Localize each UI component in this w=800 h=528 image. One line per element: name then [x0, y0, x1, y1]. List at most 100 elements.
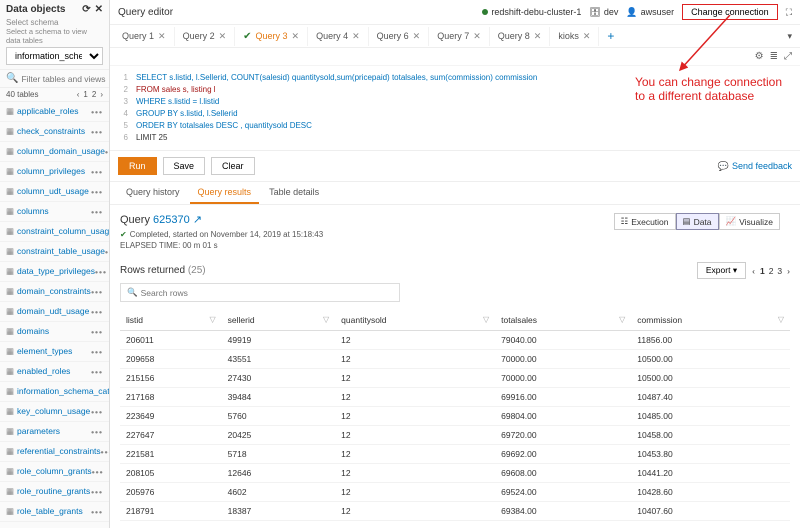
page-num[interactable]: 3	[777, 266, 782, 276]
sort-icon[interactable]: ▽	[619, 315, 625, 324]
table-item[interactable]: ▦column_domain_usage•••	[0, 142, 109, 162]
more-icon[interactable]: •••	[91, 127, 103, 137]
col-header[interactable]: totalsales▽	[495, 310, 631, 331]
table-item[interactable]: ▦domain_udt_usage•••	[0, 302, 109, 322]
more-icon[interactable]: •••	[91, 427, 103, 437]
external-link-icon[interactable]: ↗	[193, 214, 202, 226]
query-tab[interactable]: Query 4✕	[308, 27, 369, 46]
search-rows-input[interactable]	[141, 288, 393, 298]
tab-menu-icon[interactable]: ▾	[783, 27, 796, 46]
sort-icon[interactable]: ▽	[323, 315, 329, 324]
table-item[interactable]: ▦role_routine_grants•••	[0, 482, 109, 502]
query-id-link[interactable]: 625370	[153, 214, 190, 226]
col-header[interactable]: sellerid▽	[222, 310, 336, 331]
rows-pager-prev[interactable]: ‹	[752, 266, 755, 276]
more-icon[interactable]: •••	[91, 347, 103, 357]
col-header[interactable]: quantitysold▽	[335, 310, 495, 331]
more-icon[interactable]: •••	[91, 167, 103, 177]
table-row[interactable]: 208105126461269608.0010441.20	[120, 464, 790, 483]
more-icon[interactable]: •••	[91, 507, 103, 517]
more-icon[interactable]: •••	[91, 187, 103, 197]
more-icon[interactable]: •••	[95, 267, 107, 277]
table-item[interactable]: ▦role_column_grants•••	[0, 462, 109, 482]
more-icon[interactable]: •••	[105, 247, 109, 257]
table-item[interactable]: ▦element_types•••	[0, 342, 109, 362]
clear-button[interactable]: Clear	[211, 157, 255, 175]
close-icon[interactable]: ✕	[95, 4, 103, 15]
close-tab-icon[interactable]: ✕	[413, 31, 421, 42]
more-icon[interactable]: •••	[91, 367, 103, 377]
close-tab-icon[interactable]: ✕	[534, 31, 542, 42]
export-button[interactable]: Export ▾	[697, 262, 746, 279]
table-row[interactable]: 206011499191279040.0011856.00	[120, 331, 790, 350]
add-tab-button[interactable]: +	[599, 25, 622, 47]
sort-icon[interactable]: ▽	[483, 315, 489, 324]
table-item[interactable]: ▦role_usage_grants•••	[0, 522, 109, 528]
table-row[interactable]: 22158157181269692.0010453.80	[120, 445, 790, 464]
table-item[interactable]: ▦information_schema_catalog_...•••	[0, 382, 109, 402]
table-row[interactable]: 20597646021269524.0010428.60	[120, 483, 790, 502]
rows-pager-next[interactable]: ›	[787, 266, 790, 276]
close-tab-icon[interactable]: ✕	[292, 31, 300, 42]
more-icon[interactable]: •••	[91, 487, 103, 497]
table-item[interactable]: ▦key_column_usage•••	[0, 402, 109, 422]
table-item[interactable]: ▦column_privileges•••	[0, 162, 109, 182]
table-item[interactable]: ▦columns•••	[0, 202, 109, 222]
more-icon[interactable]: •••	[92, 467, 104, 477]
tab-query-results[interactable]: Query results	[190, 182, 260, 204]
expand-icon[interactable]: ⤢	[784, 51, 792, 62]
tab-query-history[interactable]: Query history	[118, 182, 188, 204]
table-item[interactable]: ▦constraint_column_usage•••	[0, 222, 109, 242]
more-icon[interactable]: •••	[105, 147, 109, 157]
schema-select[interactable]: information_schema	[6, 47, 103, 65]
query-tab[interactable]: ✔Query 3✕	[235, 27, 308, 46]
close-tab-icon[interactable]: ✕	[583, 31, 591, 42]
table-item[interactable]: ▦referential_constraints•••	[0, 442, 109, 462]
refresh-icon[interactable]: ⟳	[82, 4, 90, 15]
table-item[interactable]: ▦applicable_roles•••	[0, 102, 109, 122]
table-item[interactable]: ▦parameters•••	[0, 422, 109, 442]
query-tab[interactable]: Query 7✕	[429, 27, 490, 46]
sql-editor[interactable]: 1SELECT s.listid, l.Sellerid, COUNT(sale…	[110, 66, 800, 151]
more-icon[interactable]: •••	[91, 327, 103, 337]
table-item[interactable]: ▦check_constraints•••	[0, 122, 109, 142]
table-row[interactable]: 209658435511270000.0010500.00	[120, 350, 790, 369]
table-item[interactable]: ▦role_table_grants•••	[0, 502, 109, 522]
table-row[interactable]: 217168394841269916.0010487.40	[120, 388, 790, 407]
more-icon[interactable]: •••	[91, 287, 103, 297]
visualize-view-button[interactable]: 📈Visualize	[719, 213, 780, 230]
page-num[interactable]: 2	[769, 266, 774, 276]
query-tab[interactable]: Query 2✕	[175, 27, 236, 46]
list-icon[interactable]: ≣	[770, 51, 778, 62]
change-connection-button[interactable]: Change connection	[682, 4, 778, 20]
table-item[interactable]: ▦constraint_table_usage•••	[0, 242, 109, 262]
table-item[interactable]: ▦column_udt_usage•••	[0, 182, 109, 202]
table-row[interactable]: 22364957601269804.0010485.00	[120, 407, 790, 426]
close-tab-icon[interactable]: ✕	[219, 31, 227, 42]
col-header[interactable]: commission▽	[631, 310, 790, 331]
query-tab[interactable]: kioks✕	[550, 27, 599, 46]
sort-icon[interactable]: ▽	[209, 315, 215, 324]
query-tab[interactable]: Query 1✕	[114, 27, 175, 46]
col-header[interactable]: listid▽	[120, 310, 222, 331]
settings-icon[interactable]: ⚙	[755, 51, 764, 62]
fullscreen-icon[interactable]: ⛶	[786, 7, 792, 18]
save-button[interactable]: Save	[163, 157, 206, 175]
close-tab-icon[interactable]: ✕	[158, 31, 166, 42]
sort-icon[interactable]: ▽	[778, 315, 784, 324]
query-tab[interactable]: Query 6✕	[369, 27, 430, 46]
pager-next[interactable]: ›	[100, 90, 103, 99]
more-icon[interactable]: •••	[91, 107, 103, 117]
execution-view-button[interactable]: ☷Execution	[614, 213, 676, 230]
more-icon[interactable]: •••	[91, 307, 103, 317]
table-row[interactable]: 227647204251269720.0010458.00	[120, 426, 790, 445]
table-item[interactable]: ▦domain_constraints•••	[0, 282, 109, 302]
more-icon[interactable]: •••	[91, 207, 103, 217]
more-icon[interactable]: •••	[91, 407, 103, 417]
send-feedback-link[interactable]: 💬Send feedback	[718, 161, 792, 172]
table-item[interactable]: ▦data_type_privileges•••	[0, 262, 109, 282]
table-row[interactable]: 218791183871269384.0010407.60	[120, 502, 790, 521]
table-item[interactable]: ▦domains•••	[0, 322, 109, 342]
more-icon[interactable]: •••	[101, 447, 109, 457]
query-tab[interactable]: Query 8✕	[490, 27, 551, 46]
